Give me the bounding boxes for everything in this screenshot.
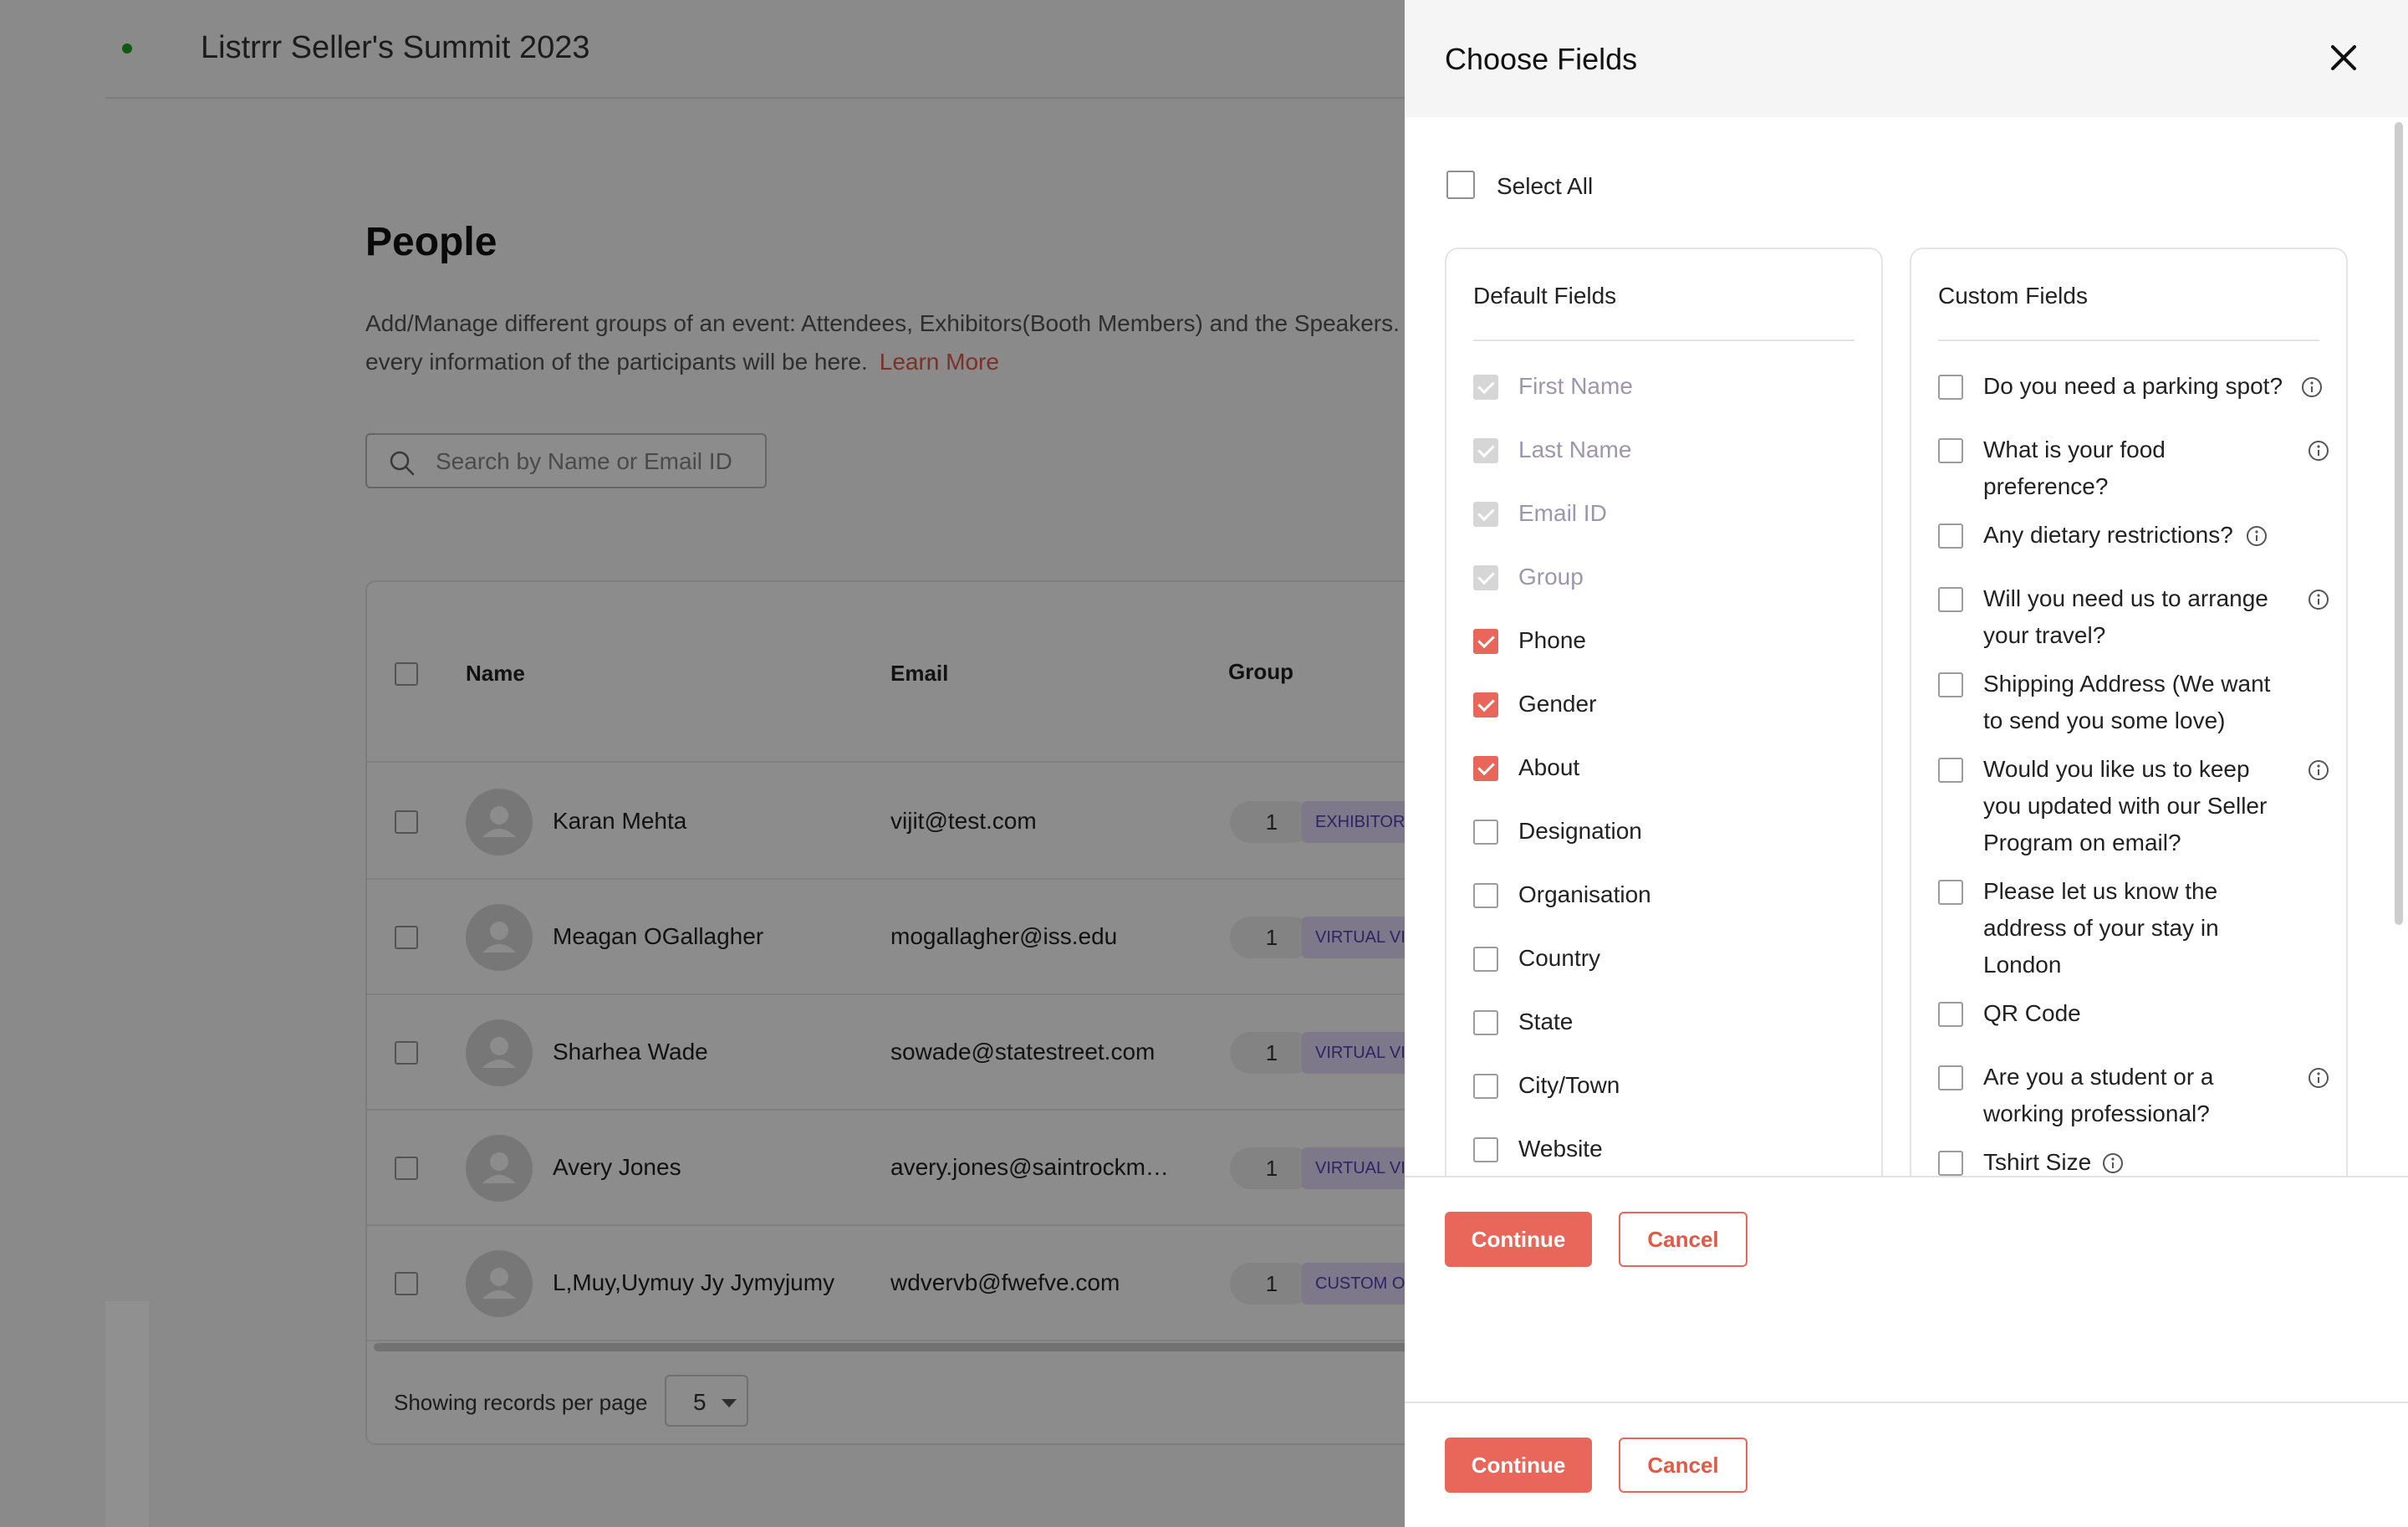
default-fields-title: Default Fields bbox=[1473, 283, 1617, 309]
card-divider bbox=[1938, 340, 2319, 341]
field-checkbox bbox=[1473, 375, 1498, 400]
field-checkbox[interactable] bbox=[1938, 587, 1963, 612]
field-checkbox[interactable] bbox=[1938, 1151, 1963, 1176]
sidebar-edge bbox=[105, 1301, 149, 1527]
field-label: Email ID bbox=[1518, 500, 1607, 526]
field-checkbox[interactable] bbox=[1473, 692, 1498, 718]
field-label-line-1: Are you a student or a bbox=[1983, 1064, 2214, 1090]
drawer-scrollbar[interactable] bbox=[2395, 122, 2403, 925]
field-label: First Name bbox=[1518, 373, 1633, 399]
continue-button[interactable]: Continue bbox=[1445, 1212, 1592, 1267]
field-checkbox[interactable] bbox=[1473, 883, 1498, 908]
info-icon[interactable] bbox=[2308, 440, 2329, 462]
field-label: Tshirt Size bbox=[1983, 1149, 2092, 1175]
info-icon[interactable] bbox=[2102, 1152, 2124, 1174]
info-icon[interactable] bbox=[2308, 1067, 2329, 1089]
field-label-line-1: What is your food bbox=[1983, 437, 2166, 462]
field-label: Do you need a parking spot? bbox=[1983, 373, 2283, 399]
choose-fields-drawer: Choose Fields Select All Default Fields … bbox=[1405, 0, 2408, 1527]
field-checkbox[interactable] bbox=[1473, 820, 1498, 845]
field-label: Group bbox=[1518, 564, 1584, 590]
field-label-line-3: London bbox=[1983, 952, 2062, 978]
info-icon[interactable] bbox=[2246, 525, 2268, 547]
drawer-footer: Continue Cancel bbox=[1405, 1176, 2408, 1301]
field-checkbox[interactable] bbox=[1938, 523, 1963, 549]
field-label-line-3: Program on email? bbox=[1983, 830, 2181, 855]
field-checkbox bbox=[1473, 502, 1498, 527]
custom-fields-card: Custom Fields Do you need a parking spot… bbox=[1910, 248, 2348, 1176]
field-checkbox[interactable] bbox=[1938, 672, 1963, 697]
footer-divider bbox=[1405, 1402, 2408, 1403]
field-label: About bbox=[1518, 754, 1580, 780]
field-label: Last Name bbox=[1518, 437, 1632, 462]
field-checkbox[interactable] bbox=[1938, 1002, 1963, 1027]
field-label: Country bbox=[1518, 945, 1601, 971]
field-label-line-2: you updated with our Seller bbox=[1983, 793, 2268, 819]
cancel-button[interactable]: Cancel bbox=[1619, 1212, 1747, 1267]
card-divider bbox=[1473, 340, 1854, 341]
field-checkbox[interactable] bbox=[1938, 758, 1963, 783]
field-checkbox bbox=[1473, 438, 1498, 463]
field-label: Phone bbox=[1518, 627, 1586, 653]
field-checkbox[interactable] bbox=[1938, 880, 1963, 905]
field-label-line-1: Will you need us to arrange bbox=[1983, 585, 2268, 611]
default-fields-card: Default Fields First Name Last Name Emai… bbox=[1445, 248, 1883, 1176]
field-checkbox[interactable] bbox=[1473, 1137, 1498, 1162]
field-label: Website bbox=[1518, 1136, 1603, 1162]
field-label: Any dietary restrictions? bbox=[1983, 522, 2233, 548]
field-label: QR Code bbox=[1983, 1000, 2081, 1026]
field-checkbox[interactable] bbox=[1938, 375, 1963, 400]
field-checkbox[interactable] bbox=[1938, 438, 1963, 463]
field-checkbox[interactable] bbox=[1473, 947, 1498, 972]
field-label-line-2: preference? bbox=[1983, 473, 2109, 499]
field-label-line-2: to send you some love) bbox=[1983, 707, 2226, 733]
field-checkbox[interactable] bbox=[1938, 1065, 1963, 1090]
field-label-line-1: Please let us know the bbox=[1983, 878, 2218, 904]
field-checkbox[interactable] bbox=[1473, 1074, 1498, 1099]
field-checkbox[interactable] bbox=[1473, 1010, 1498, 1035]
fields-scroll-area: Default Fields First Name Last Name Emai… bbox=[1405, 0, 2408, 1176]
info-icon[interactable] bbox=[2301, 376, 2323, 398]
field-label-line-2: working professional? bbox=[1983, 1101, 2210, 1126]
drawer-footer-secondary: Continue Cancel bbox=[1405, 1402, 2408, 1527]
field-label-line-2: address of your stay in bbox=[1983, 915, 2219, 941]
field-checkbox[interactable] bbox=[1473, 629, 1498, 654]
field-label-line-2: your travel? bbox=[1983, 622, 2106, 648]
field-label-line-1: Shipping Address (We want bbox=[1983, 671, 2271, 697]
field-checkbox bbox=[1473, 565, 1498, 590]
continue-button[interactable]: Continue bbox=[1445, 1438, 1592, 1493]
modal-backdrop[interactable] bbox=[0, 0, 1405, 1527]
field-label-line-1: Would you like us to keep bbox=[1983, 756, 2250, 782]
cancel-button[interactable]: Cancel bbox=[1619, 1438, 1747, 1493]
field-label: Organisation bbox=[1518, 881, 1651, 907]
field-label: Designation bbox=[1518, 818, 1642, 844]
info-icon[interactable] bbox=[2308, 759, 2329, 781]
field-checkbox[interactable] bbox=[1473, 756, 1498, 781]
field-label: State bbox=[1518, 1009, 1574, 1034]
footer-divider bbox=[1405, 1176, 2408, 1177]
field-label: City/Town bbox=[1518, 1072, 1620, 1098]
info-icon[interactable] bbox=[2308, 589, 2329, 610]
custom-fields-title: Custom Fields bbox=[1938, 283, 2088, 309]
field-label: Gender bbox=[1518, 691, 1597, 717]
